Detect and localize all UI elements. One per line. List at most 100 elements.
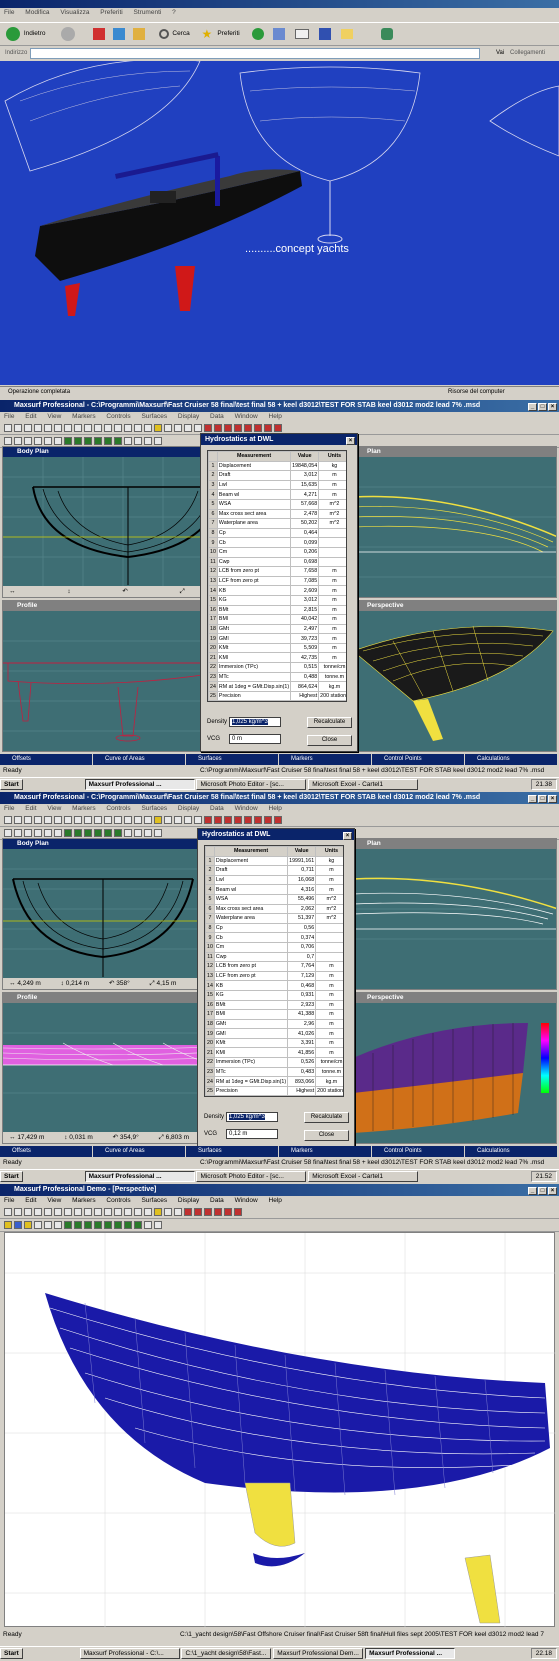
frame-icon[interactable] xyxy=(114,829,122,837)
close-dialog-button[interactable]: Close xyxy=(307,735,352,746)
zoom-out-icon[interactable] xyxy=(104,424,112,432)
column-header[interactable]: Measurement xyxy=(213,846,289,857)
save-icon[interactable] xyxy=(24,1208,32,1216)
gauss-icon[interactable] xyxy=(54,1221,62,1229)
sections-icon[interactable] xyxy=(74,437,82,445)
table-row[interactable]: 2 Draft 0,711 m xyxy=(205,865,343,876)
move-v-icon[interactable]: ↕ xyxy=(67,588,70,595)
menu-surfaces[interactable]: Surfaces xyxy=(141,413,167,420)
column-header[interactable]: Value xyxy=(290,451,320,462)
contours-icon[interactable] xyxy=(24,829,32,837)
menu-controls[interactable]: Controls xyxy=(106,413,130,420)
print-icon[interactable] xyxy=(64,816,72,824)
menu-edit[interactable]: Edit xyxy=(25,805,36,812)
menu-help[interactable]: Help xyxy=(269,805,282,812)
pointer-icon[interactable] xyxy=(84,424,92,432)
render-icon[interactable] xyxy=(154,816,162,824)
menu-view[interactable]: View xyxy=(47,805,61,812)
contours-icon[interactable] xyxy=(24,437,32,445)
start-button[interactable]: Start xyxy=(0,1171,23,1182)
table-row[interactable]: 4 Beam wl 4,316 m xyxy=(205,884,343,895)
taskbar-item[interactable]: Microsoft Photo Editor - [sc... xyxy=(196,779,307,790)
texture-icon[interactable] xyxy=(44,437,52,445)
save-icon[interactable] xyxy=(24,424,32,432)
rotate-icon[interactable] xyxy=(124,816,132,824)
paste-icon[interactable] xyxy=(54,816,62,824)
table-row[interactable]: 15 KG 0,931 m xyxy=(205,989,343,1001)
paste-icon[interactable] xyxy=(54,424,62,432)
dialog-close-button[interactable]: × xyxy=(343,832,352,840)
sections-icon[interactable] xyxy=(74,829,82,837)
help-icon[interactable] xyxy=(74,1208,82,1216)
zoom-out-icon[interactable] xyxy=(104,1208,112,1216)
taskbar-item[interactable]: Maxsurf Professional ... xyxy=(84,779,195,790)
shade-icon[interactable] xyxy=(4,1221,12,1229)
column-header[interactable]: Measurement xyxy=(216,451,292,462)
delete-control-point-icon[interactable] xyxy=(174,1208,182,1216)
dialog-close-button[interactable]: × xyxy=(346,437,355,445)
unlink-icon[interactable] xyxy=(194,424,202,432)
menu-preferiti[interactable]: Preferiti xyxy=(100,9,122,16)
group-icon[interactable] xyxy=(204,1208,212,1216)
table-row[interactable]: 22 Immersion (TPc) 0,526 tonne/cm xyxy=(205,1057,343,1068)
view-body-icon[interactable] xyxy=(124,829,132,837)
straighten-icon[interactable] xyxy=(244,816,252,824)
waterlines-icon[interactable] xyxy=(94,1221,102,1229)
density-field[interactable]: 1,025 kg/m^3 xyxy=(226,1112,278,1122)
view-perspective-icon[interactable] xyxy=(154,829,162,837)
table-row[interactable]: 19 GMl 39,723 m xyxy=(208,633,346,644)
column-header[interactable]: Units xyxy=(315,846,343,857)
pan-icon[interactable] xyxy=(114,816,122,824)
table-row[interactable]: 9 Cb 0,374 xyxy=(205,932,343,943)
menu-file[interactable]: File xyxy=(4,1197,14,1204)
mini-curve-of-areas[interactable]: Curve of Areas xyxy=(93,1146,185,1157)
sections-icon[interactable] xyxy=(74,1221,82,1229)
table-row[interactable]: 4 Beam wl 4,271 m xyxy=(208,489,346,500)
start-button[interactable]: Start xyxy=(0,1648,23,1659)
table-row[interactable]: 22 Immersion (TPc) 0,515 tonne/cm xyxy=(208,662,346,673)
lights-icon[interactable] xyxy=(34,437,42,445)
view-plan-icon[interactable] xyxy=(144,829,152,837)
pan-icon[interactable] xyxy=(114,424,122,432)
menu-surfaces[interactable]: Surfaces xyxy=(141,1197,167,1204)
help-icon[interactable] xyxy=(74,424,82,432)
table-row[interactable]: 13 LCF from zero pt 7,085 m xyxy=(208,575,346,587)
tangent-icon[interactable] xyxy=(214,816,222,824)
mini-markers[interactable]: Markers xyxy=(279,754,371,765)
contours-icon[interactable] xyxy=(24,1221,32,1229)
shade-icon[interactable] xyxy=(4,437,12,445)
menu-file[interactable]: File xyxy=(4,805,14,812)
cut-icon[interactable] xyxy=(34,424,42,432)
compact-icon[interactable] xyxy=(264,816,272,824)
view-body-icon[interactable] xyxy=(124,437,132,445)
menu-edit[interactable]: Edit xyxy=(25,413,36,420)
table-row[interactable]: 7 Waterplane area 51,397 m^2 xyxy=(205,913,343,924)
table-row[interactable]: 9 Cb 0,099 xyxy=(208,537,346,548)
menu-markers[interactable]: Markers xyxy=(72,413,95,420)
close-button[interactable]: × xyxy=(548,403,557,411)
help-icon[interactable] xyxy=(74,816,82,824)
back-icon[interactable] xyxy=(6,27,20,41)
open-icon[interactable] xyxy=(14,1208,22,1216)
table-row[interactable]: 20 KMt 3,391 m xyxy=(205,1037,343,1049)
view-perspective-icon[interactable] xyxy=(154,1221,162,1229)
taskbar-item[interactable]: Maxsurf Professional Dem... xyxy=(273,1648,364,1659)
maximize-button[interactable]: □ xyxy=(538,1187,547,1195)
pointer-icon[interactable] xyxy=(84,1208,92,1216)
table-row[interactable]: 1 Displacement 19848,054 kg xyxy=(208,460,346,472)
mini-calculations[interactable]: Calculations xyxy=(465,1146,557,1157)
bond-icon[interactable] xyxy=(214,1208,222,1216)
stop-icon[interactable] xyxy=(93,28,106,40)
menu-surfaces[interactable]: Surfaces xyxy=(141,805,167,812)
menu-window[interactable]: Window xyxy=(235,805,258,812)
media-icon[interactable] xyxy=(251,28,264,40)
straighten-icon[interactable] xyxy=(244,424,252,432)
menu-help[interactable]: ? xyxy=(172,9,176,16)
frame-icon[interactable] xyxy=(114,1221,122,1229)
home-view-icon[interactable] xyxy=(134,816,142,824)
table-row[interactable]: 17 BMl 40,042 m xyxy=(208,614,346,625)
home-view-icon[interactable] xyxy=(134,1208,142,1216)
zoom-in-icon[interactable] xyxy=(94,816,102,824)
menu-strumenti[interactable]: Strumenti xyxy=(134,9,162,16)
table-row[interactable]: 3 Lwl 16,068 m xyxy=(205,874,343,886)
